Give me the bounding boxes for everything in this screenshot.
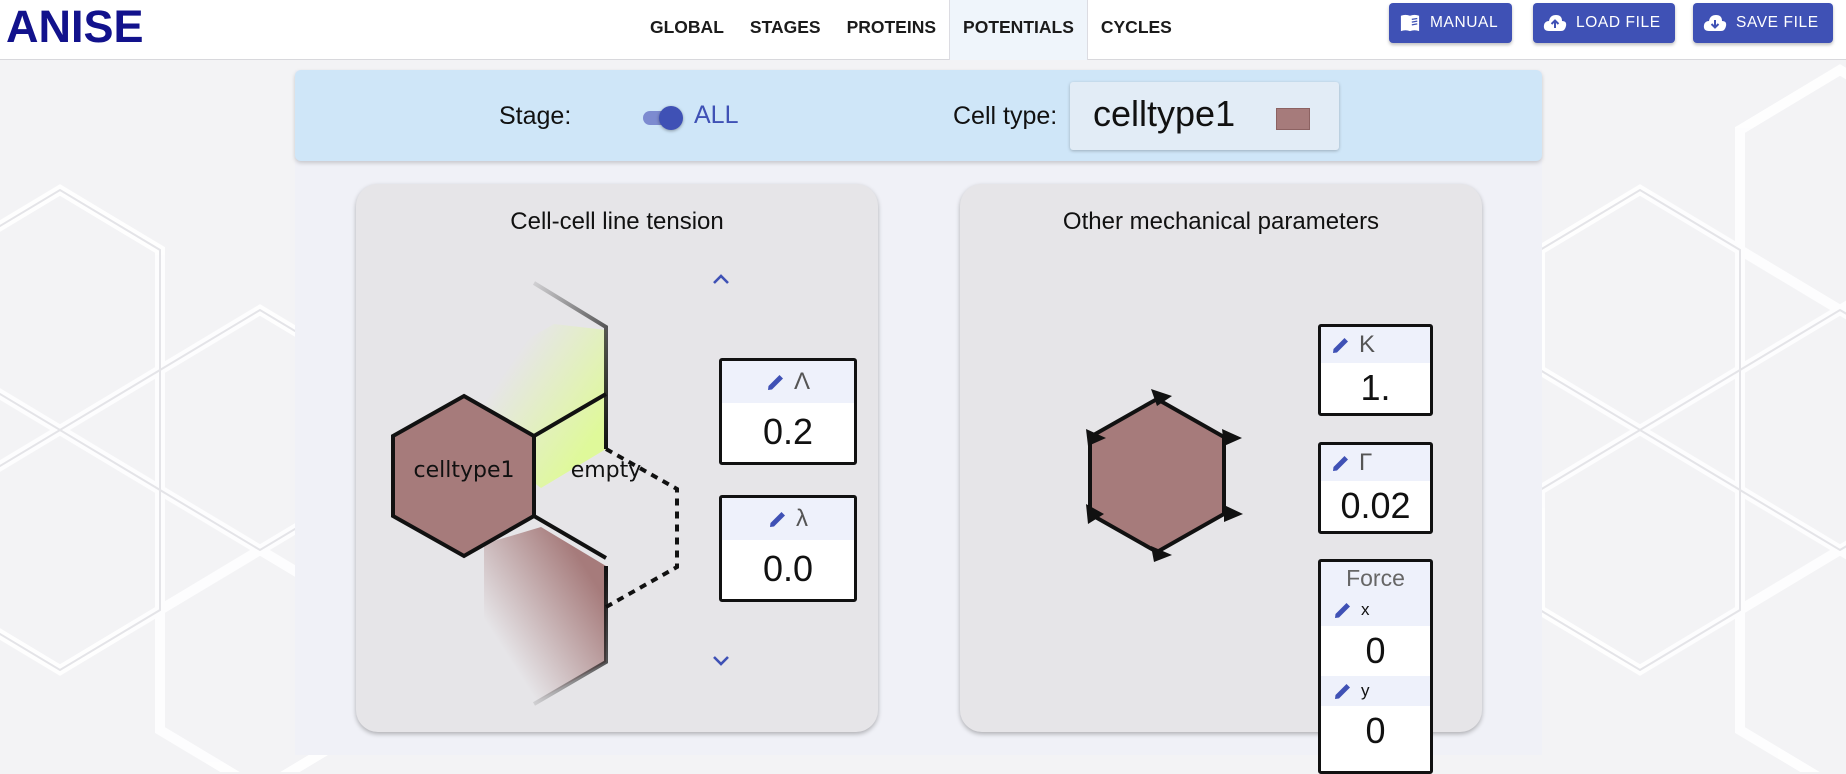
- k-symbol: K: [1359, 331, 1376, 358]
- chevron-down-icon[interactable]: [710, 650, 732, 672]
- main-tabs: GLOBAL STAGES PROTEINS POTENTIALS CYCLES: [637, 0, 1185, 60]
- force-y-header[interactable]: y: [1321, 676, 1430, 706]
- save-file-button-label: SAVE FILE: [1736, 14, 1819, 31]
- top-app-bar: ANISE GLOBAL STAGES PROTEINS POTENTIALS …: [0, 0, 1846, 60]
- lambda-upper-value[interactable]: 0.2: [722, 403, 854, 461]
- potentials-panel: Stage: ALL Cell type: celltype1 Cell-cel…: [295, 70, 1542, 774]
- gamma-value[interactable]: 0.02: [1321, 481, 1430, 531]
- manual-button-label: MANUAL: [1430, 14, 1499, 31]
- pencil-icon: [1333, 338, 1348, 353]
- mechanical-params-card: Other mechanical parameters K 1. Γ 0.02 …: [960, 184, 1482, 774]
- lambda-lower-value[interactable]: 0.0: [722, 540, 854, 598]
- cell-label-empty: empty: [571, 458, 642, 483]
- load-file-button[interactable]: LOAD FILE: [1533, 3, 1675, 43]
- line-tension-card: Cell-cell line tension celltype1 empty Λ…: [356, 184, 878, 732]
- cloud-download-icon: [1703, 15, 1727, 31]
- tab-proteins[interactable]: PROTEINS: [834, 0, 949, 60]
- lambda-upper-header[interactable]: Λ: [722, 361, 854, 403]
- stage-label: Stage:: [499, 102, 572, 130]
- tab-stages[interactable]: STAGES: [737, 0, 834, 60]
- cloud-upload-icon: [1543, 15, 1567, 31]
- force-title: Force: [1321, 562, 1430, 594]
- pencil-icon: [770, 512, 785, 527]
- lambda-upper-symbol: Λ: [793, 368, 811, 395]
- load-file-button-label: LOAD FILE: [1576, 14, 1661, 31]
- force-x-header[interactable]: x: [1321, 594, 1430, 626]
- gamma-symbol: Γ: [1359, 449, 1373, 476]
- tab-potentials[interactable]: POTENTIALS: [949, 0, 1088, 60]
- k-param: K 1.: [1318, 324, 1433, 416]
- celltype-color-swatch: [1276, 108, 1310, 130]
- force-y-label: y: [1361, 681, 1370, 700]
- celltype-select[interactable]: celltype1: [1070, 82, 1339, 150]
- k-value[interactable]: 1.: [1321, 363, 1430, 413]
- pencil-icon: [1335, 684, 1350, 699]
- force-x-value[interactable]: 0: [1321, 626, 1430, 676]
- toggle-knob: [659, 106, 683, 130]
- lambda-lower-header[interactable]: λ: [722, 498, 854, 540]
- save-file-button[interactable]: SAVE FILE: [1693, 3, 1833, 43]
- force-x-label: x: [1361, 600, 1370, 619]
- cell-label-celltype1: celltype1: [414, 458, 515, 483]
- app-brand: ANISE: [6, 1, 144, 52]
- stage-all-toggle[interactable]: [641, 106, 683, 130]
- lambda-lower-param: λ 0.0: [719, 495, 857, 602]
- force-param: Force x 0 y 0: [1318, 559, 1433, 774]
- tab-cycles[interactable]: CYCLES: [1088, 0, 1185, 60]
- gamma-header[interactable]: Γ: [1321, 445, 1430, 481]
- chevron-up-icon[interactable]: [710, 268, 732, 290]
- force-y-value[interactable]: 0: [1321, 706, 1430, 756]
- stage-celltype-bar: Stage: ALL Cell type: celltype1: [295, 70, 1542, 161]
- pencil-icon: [1333, 456, 1348, 471]
- book-icon: [1400, 14, 1420, 32]
- pencil-icon: [767, 375, 783, 390]
- lambda-upper-param: Λ 0.2: [719, 358, 857, 465]
- celltype-label: Cell type:: [953, 102, 1058, 130]
- gamma-param: Γ 0.02: [1318, 442, 1433, 534]
- k-header[interactable]: K: [1321, 327, 1430, 363]
- pencil-icon: [1335, 603, 1350, 618]
- tab-global[interactable]: GLOBAL: [637, 0, 737, 60]
- lambda-lower-symbol: λ: [796, 505, 808, 532]
- manual-button[interactable]: MANUAL: [1389, 3, 1513, 43]
- stage-value: ALL: [694, 101, 739, 129]
- celltype-select-value: celltype1: [1093, 93, 1236, 134]
